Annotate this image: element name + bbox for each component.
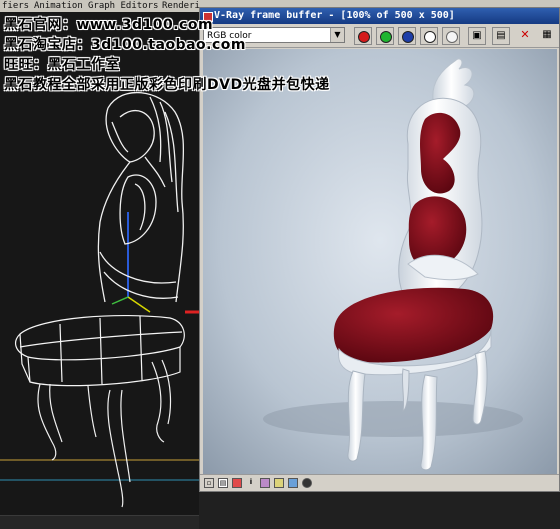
save-image-button[interactable]: ▣ — [468, 27, 486, 45]
color-icon[interactable] — [232, 478, 242, 488]
close-icon: ✕ — [520, 28, 530, 41]
menu-rendering[interactable]: Renderi — [162, 0, 200, 12]
alpha-channel-button[interactable] — [420, 27, 438, 45]
menu-modifiers[interactable]: fiers — [2, 0, 29, 12]
watermark-line-2: 黑石淘宝店：3d100.taobao.com — [4, 37, 246, 53]
watermark-line-4: 黑石教程全部采用正版彩色印刷DVD光盘并包快递 — [4, 77, 330, 93]
info-icon[interactable]: i — [246, 478, 256, 488]
history-icon[interactable]: ▤ — [218, 478, 228, 488]
copy-image-button[interactable]: ▤ — [492, 27, 510, 45]
curves-icon[interactable] — [288, 478, 298, 488]
blue-channel-icon — [402, 31, 414, 43]
green-channel-icon — [380, 31, 392, 43]
blue-channel-button[interactable] — [398, 27, 416, 45]
window-title: V-Ray frame buffer - [100% of 500 x 500] — [214, 10, 455, 21]
render-region-button[interactable]: ▦ — [538, 27, 556, 45]
copy-icon: ▤ — [496, 30, 506, 41]
max-status-area — [199, 492, 560, 529]
watermark-line-1: 黑石官网：www.3d100.com — [4, 17, 214, 33]
region-icon: ▦ — [542, 29, 552, 40]
frame-buffer-toolbar: RGB color ▼ ▣ ▤ ✕ ▦ — [200, 25, 559, 48]
mono-icon — [446, 31, 458, 43]
menu-animation[interactable]: Animation — [34, 0, 83, 12]
alpha-channel-icon — [424, 31, 436, 43]
red-channel-icon — [358, 31, 370, 43]
rendered-image[interactable] — [203, 49, 557, 475]
time-slider[interactable] — [0, 515, 200, 529]
compare-icon[interactable] — [260, 478, 270, 488]
rendered-chair-picture — [203, 49, 557, 475]
lut-icon[interactable] — [274, 478, 284, 488]
region-select-icon[interactable] — [302, 478, 312, 488]
red-channel-button[interactable] — [354, 27, 372, 45]
window-title-bar[interactable]: V-Ray frame buffer - [100% of 500 x 500] — [200, 8, 559, 24]
clear-image-button[interactable]: ✕ — [516, 27, 534, 45]
track-mouse-icon[interactable]: ▫ — [204, 478, 214, 488]
chevron-down-icon[interactable]: ▼ — [330, 28, 344, 42]
menu-graph-editors[interactable]: Graph Editors — [88, 0, 158, 12]
save-icon: ▣ — [472, 30, 482, 41]
watermark-line-3: 旺旺：黑石工作室 — [4, 57, 120, 73]
frame-buffer-status-bar: ▫ ▤ i — [200, 474, 559, 491]
mono-button[interactable] — [442, 27, 460, 45]
green-channel-button[interactable] — [376, 27, 394, 45]
